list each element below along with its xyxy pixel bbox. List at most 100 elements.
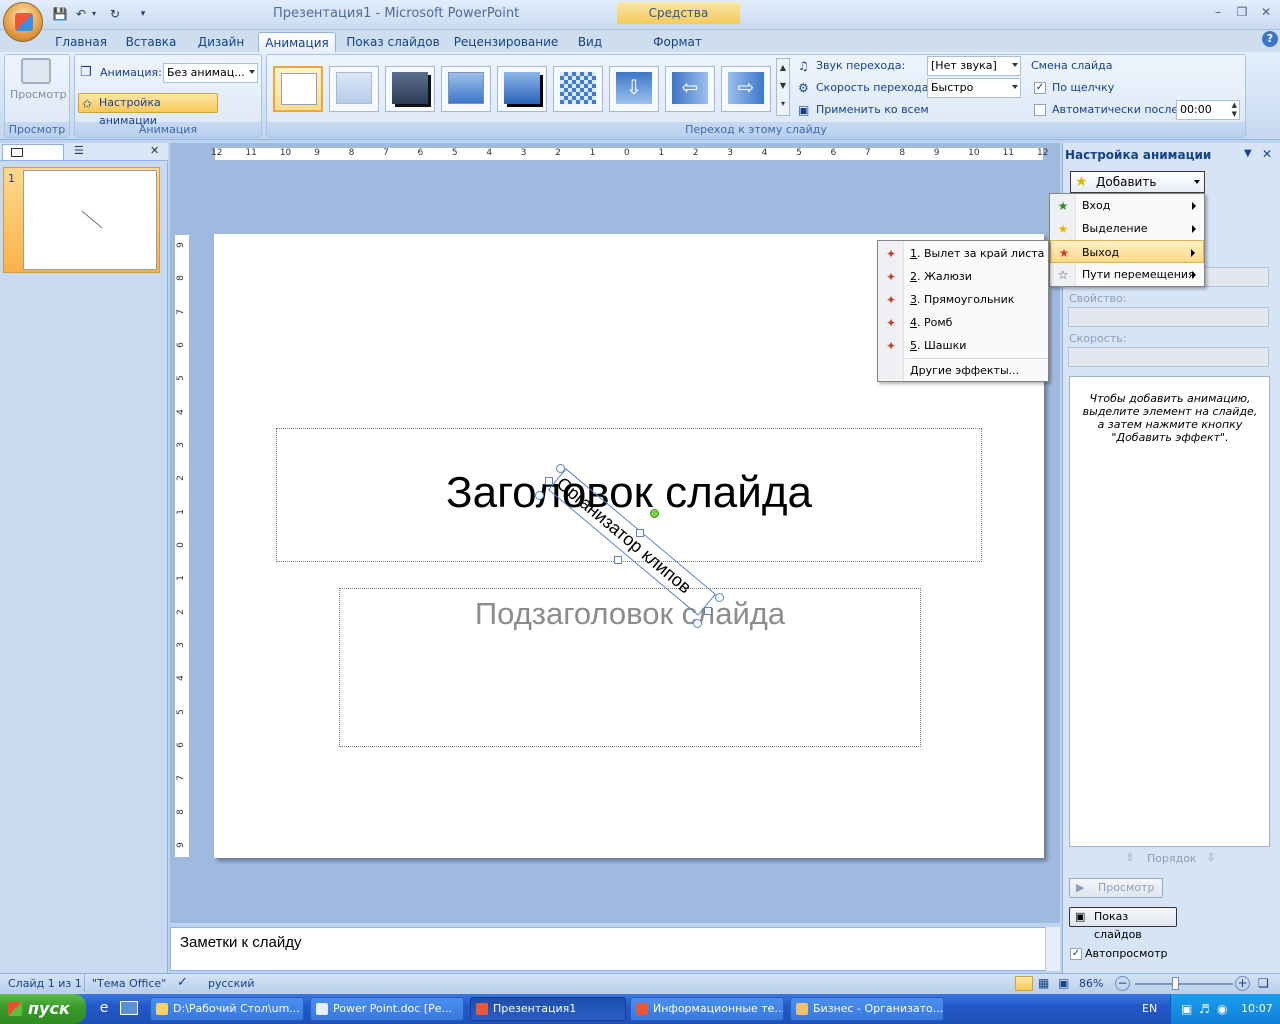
transition-wipe-right[interactable]: ⇨ xyxy=(721,66,771,112)
resize-handle[interactable] xyxy=(545,477,553,485)
keyboard-language[interactable]: EN xyxy=(1142,1002,1157,1015)
zoom-slider-thumb[interactable] xyxy=(1172,977,1179,990)
taskbar-item-word[interactable]: Power Point.doc [Ре... xyxy=(310,997,464,1021)
resize-handle[interactable] xyxy=(715,593,724,602)
resize-handle[interactable] xyxy=(535,491,544,500)
zoom-level[interactable]: 86% xyxy=(1079,977,1103,990)
slide-subtitle[interactable]: Подзаголовок слайда xyxy=(339,596,921,632)
auto-after-checkbox[interactable] xyxy=(1034,104,1046,116)
notes-scrollbar[interactable] xyxy=(1045,927,1060,971)
tab-view[interactable]: Вид xyxy=(570,32,610,52)
resize-handle[interactable] xyxy=(614,556,622,564)
exit-effect-diamond[interactable]: ✦ 4 . Ромб xyxy=(878,311,1048,334)
undo-icon[interactable]: ↶ xyxy=(73,6,89,22)
task-preview-button[interactable]: ▶ Просмотр xyxy=(1069,878,1163,898)
exit-effect-fly-out[interactable]: ✦ 1 . Вылет за край листа xyxy=(878,242,1048,265)
taskbar-item-clip-organizer[interactable]: Бизнес - Организато... xyxy=(790,997,944,1021)
notes-pane[interactable] xyxy=(170,927,1060,971)
ie-icon[interactable]: e xyxy=(96,1000,112,1016)
maximize-icon[interactable]: ❐ xyxy=(1232,5,1252,21)
rotate-handle[interactable] xyxy=(650,509,659,518)
slide-thumbnail[interactable] xyxy=(23,170,157,270)
redo-icon[interactable]: ↻ xyxy=(107,6,123,22)
tab-review[interactable]: Рецензирование xyxy=(451,32,561,52)
menu-item-motion-paths[interactable]: ☆ Пути перемещения xyxy=(1050,263,1204,286)
slide-title[interactable]: Заголовок слайда xyxy=(276,468,982,518)
taskbar-item-folder[interactable]: D:\Рабочий Стол\um... xyxy=(150,997,304,1021)
auto-after-time-input[interactable]: 00:00 ▲ ▼ xyxy=(1176,100,1240,120)
ruler-tick-label: 0 xyxy=(175,542,186,548)
resize-handle[interactable] xyxy=(636,529,644,537)
minimize-icon[interactable]: – xyxy=(1208,5,1228,21)
tab-format[interactable]: Формат xyxy=(640,32,715,52)
menu-item-text: Жалюзи xyxy=(924,270,972,283)
undo-dropdown-icon[interactable]: ▾ xyxy=(89,6,99,22)
close-pane-icon[interactable]: ✕ xyxy=(150,144,162,157)
sound-select[interactable]: [Нет звука] xyxy=(927,56,1021,76)
transition-none[interactable] xyxy=(273,66,323,112)
zoom-out-icon[interactable]: − xyxy=(1115,976,1130,991)
volume-icon[interactable]: ♬ xyxy=(1199,1002,1210,1016)
close-icon[interactable]: ✕ xyxy=(1256,5,1276,21)
task-slideshow-button[interactable]: ▣ Показ слайдов xyxy=(1069,907,1177,941)
preview-button[interactable]: Просмотр xyxy=(10,58,66,118)
spinner-icon[interactable]: ▲ ▼ xyxy=(1232,101,1237,119)
menu-item-emphasis[interactable]: ★ Выделение xyxy=(1050,217,1204,240)
office-button[interactable] xyxy=(3,2,43,42)
exit-effect-more[interactable]: Другие эффекты... xyxy=(878,359,1048,382)
zoom-in-icon[interactable]: + xyxy=(1235,976,1250,991)
start-button[interactable]: пуск xyxy=(0,994,86,1024)
menu-item-exit[interactable]: ★ Выход xyxy=(1050,240,1204,263)
tab-slides[interactable] xyxy=(2,144,64,160)
zoom-slider-track[interactable] xyxy=(1135,983,1233,985)
close-pane-icon[interactable]: ✕ xyxy=(1262,147,1272,161)
apply-all-button[interactable]: Применить ко всем xyxy=(816,101,929,119)
show-desktop-icon[interactable] xyxy=(120,1001,138,1015)
qat-customize-icon[interactable]: ▾ xyxy=(138,6,148,22)
transition-dissolve[interactable] xyxy=(553,66,603,112)
gallery-scroll[interactable]: ▲ ▼ ▾ xyxy=(776,58,790,116)
tab-animation[interactable]: Анимация xyxy=(258,32,336,52)
exit-effect-box[interactable]: ✦ 3 . Прямоугольник xyxy=(878,288,1048,311)
move-up-icon[interactable]: ⇧ xyxy=(1122,851,1138,867)
resize-handle[interactable] xyxy=(556,464,565,473)
speed-select[interactable]: Быстро xyxy=(927,78,1021,98)
tab-insert[interactable]: Вставка xyxy=(120,32,182,52)
move-down-icon[interactable]: ⇩ xyxy=(1203,851,1219,867)
transition-cut-black[interactable] xyxy=(497,66,547,112)
menu-item-entrance[interactable]: ★ Вход xyxy=(1050,194,1204,217)
language-indicator[interactable]: русский xyxy=(208,977,255,990)
network-icon[interactable]: ▣ xyxy=(1181,1002,1192,1016)
custom-animation-button[interactable]: ✩ Настройка анимации xyxy=(78,93,218,127)
transition-fade-smoothly[interactable] xyxy=(329,66,379,112)
spellcheck-icon[interactable]: ✓ xyxy=(177,975,188,990)
transition-wipe-down[interactable]: ⇩ xyxy=(609,66,659,112)
transition-wipe-left[interactable]: ⇦ xyxy=(665,66,715,112)
transition-fade-black[interactable] xyxy=(385,66,435,112)
add-effect-button[interactable]: ★ Добавить эффект xyxy=(1070,171,1205,209)
save-icon[interactable]: 💾 xyxy=(52,6,68,22)
tab-design[interactable]: Дизайн xyxy=(190,32,252,52)
tab-slideshow[interactable]: Показ слайдов xyxy=(345,32,441,52)
transition-cut[interactable] xyxy=(441,66,491,112)
notes-text[interactable]: Заметки к слайду xyxy=(180,934,302,951)
slideshow-view-icon[interactable]: ▣ xyxy=(1058,976,1069,990)
exit-effect-checkerboard[interactable]: ✦ 5 . Шашки xyxy=(878,334,1048,357)
resize-handle[interactable] xyxy=(704,607,712,615)
slide-sorter-icon[interactable]: ▦ xyxy=(1038,976,1049,990)
normal-view-icon[interactable] xyxy=(1015,976,1033,991)
tab-home[interactable]: Главная xyxy=(50,32,112,52)
on-click-checkbox[interactable]: ✓ xyxy=(1034,82,1046,94)
fit-to-window-icon[interactable]: ❏ xyxy=(1258,976,1269,990)
help-icon[interactable]: ? xyxy=(1262,31,1278,47)
taskbar-item-info[interactable]: Информационные те... xyxy=(630,997,784,1021)
animation-list[interactable] xyxy=(1069,376,1270,847)
tray-app-icon[interactable]: ◉ xyxy=(1217,1002,1227,1016)
animation-select[interactable]: Без анимац... xyxy=(163,63,258,83)
resize-handle[interactable] xyxy=(693,619,702,628)
tab-outline[interactable]: ☰ xyxy=(68,144,130,160)
exit-effect-blinds[interactable]: ✦ 2 . Жалюзи xyxy=(878,265,1048,288)
pane-menu-icon[interactable]: ▼ xyxy=(1244,148,1252,159)
taskbar-item-powerpoint[interactable]: Презентация1 xyxy=(470,997,626,1021)
autopreview-checkbox[interactable]: ✓ xyxy=(1070,948,1082,960)
